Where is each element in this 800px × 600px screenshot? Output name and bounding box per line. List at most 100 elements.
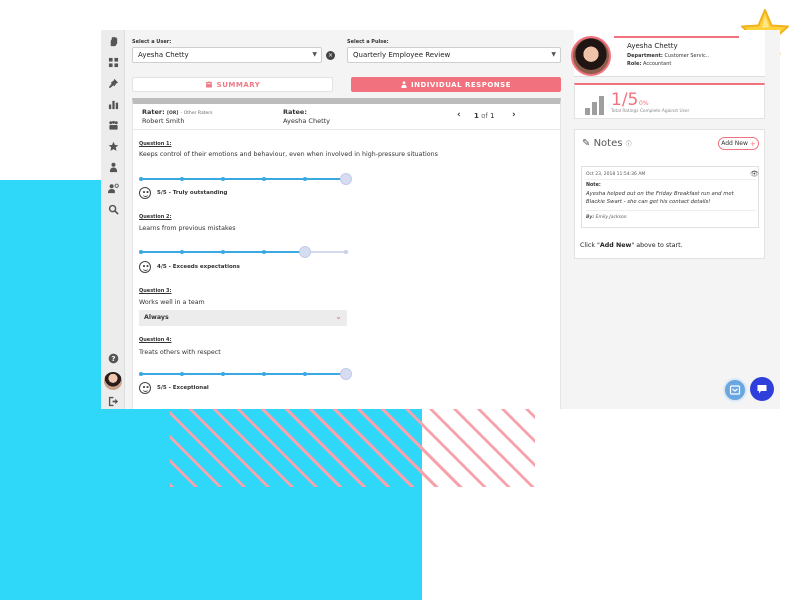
department-label: Department: (627, 53, 663, 59)
next-page-button[interactable]: › (512, 110, 516, 120)
chevron-down-icon: ⌄ (335, 312, 342, 321)
question-1-title: Question 1: (139, 141, 172, 147)
help-icon[interactable]: ? (106, 351, 120, 365)
star-nav-icon[interactable] (106, 139, 120, 153)
note-date: Oct 23, 2018 11:54:36 AM (586, 172, 646, 177)
notes-title: Notes (593, 138, 623, 149)
pager: 1 of 1 (474, 112, 495, 120)
note-by-value: Emily Jackson (595, 215, 627, 220)
slider-fill (141, 373, 346, 375)
smiley-icon (139, 261, 151, 273)
bar-chart-icon (585, 95, 605, 115)
slider-handle[interactable] (299, 246, 311, 258)
profile-photo (571, 36, 611, 76)
pager-current: 1 (474, 112, 479, 120)
slider-step-dot (221, 250, 225, 254)
question-1-slider[interactable] (139, 173, 352, 185)
support-button[interactable] (723, 378, 747, 402)
question-4-title: Question 4: (139, 337, 172, 343)
search-icon[interactable] (106, 202, 120, 216)
tab-summary[interactable]: SUMMARY (132, 77, 333, 92)
support-icon (729, 385, 741, 395)
question-2-slider[interactable] (139, 246, 348, 258)
question-3-text: Works well in a team (139, 299, 205, 306)
role-label: Role: (627, 61, 642, 67)
rater-or: [OR] (166, 111, 179, 116)
rater-row: Rater: [OR] - Other Raters Robert Smith … (133, 104, 560, 130)
tab-individual-response[interactable]: INDIVIDUAL RESPONSE (351, 77, 561, 92)
notes-card: ✎ Notes ⓘ Add New + Oct 23, 2018 11:54:3… (574, 129, 765, 259)
profile-name: Ayesha Chetty (627, 42, 678, 50)
slider-step-dot (221, 372, 225, 376)
question-4-slider[interactable] (139, 368, 352, 380)
plus-icon: + (749, 139, 756, 148)
question-3-answer: Always (144, 314, 169, 321)
profile-department: Department: Customer Servic.. (627, 53, 709, 59)
slider-track (305, 251, 346, 253)
main-content: Select a User: Ayesha Chetty ▼ × Select … (125, 30, 562, 409)
slider-step-dot (180, 177, 184, 181)
right-column: Ayesha Chetty Department: Customer Servi… (567, 30, 780, 409)
rater-heading: Rater: [OR] - Other Raters (142, 108, 212, 116)
app-window: ? Select a User: Ayesha Chetty ▼ × Selec… (101, 30, 780, 409)
pager-total: 1 (490, 112, 495, 120)
screenshot-stage: ? Select a User: Ayesha Chetty ▼ × Selec… (0, 0, 800, 600)
prev-page-button[interactable]: ‹ (457, 110, 461, 120)
notes-hint: Click "Add New" above to start. (580, 242, 683, 249)
pager-of: of (481, 112, 488, 120)
user-settings-icon[interactable] (106, 181, 120, 195)
user-select[interactable]: Ayesha Chetty ▼ (132, 47, 322, 63)
chat-button[interactable] (750, 377, 774, 401)
slider-step-dot (180, 250, 184, 254)
user-icon (401, 81, 407, 88)
note-by-label: By: (586, 215, 595, 220)
profile-card: Ayesha Chetty Department: Customer Servi… (571, 30, 765, 77)
pin-icon[interactable] (106, 76, 120, 90)
question-3-answer-select[interactable]: Always ⌄ (139, 310, 347, 326)
team-icon[interactable] (106, 118, 120, 132)
note-item: Oct 23, 2018 11:54:36 AM 👁 Note: Ayesha … (581, 166, 759, 228)
user-award-icon[interactable] (106, 160, 120, 174)
question-2-score: 4/5 - Exceeds expectations (139, 261, 240, 273)
slider-handle[interactable] (340, 368, 352, 380)
slider-fill (141, 178, 346, 180)
eye-icon[interactable]: 👁 (750, 170, 759, 178)
question-3-title: Question 3: (139, 288, 172, 294)
smiley-icon (139, 187, 151, 199)
info-icon[interactable]: ⓘ (626, 141, 632, 148)
slider-step-dot (139, 250, 143, 254)
profile-accent-line (614, 36, 739, 38)
slider-step-dot (139, 372, 143, 376)
bar-chart-icon[interactable] (106, 97, 120, 111)
slider-step-dot (262, 372, 266, 376)
question-2-text: Learns from previous mistakes (139, 225, 236, 232)
notes-header: ✎ Notes ⓘ (582, 138, 632, 149)
note-divider (586, 210, 756, 211)
dashboard-icon[interactable] (106, 55, 120, 69)
pulse-select-label: Select a Pulse: (347, 39, 389, 45)
other-raters-link[interactable]: - Other Raters (181, 111, 213, 116)
chat-icon (757, 385, 767, 394)
note-body-line-2: Blackie Swart - she can get his contact … (586, 199, 711, 205)
response-panel: Rater: [OR] - Other Raters Robert Smith … (132, 98, 561, 409)
question-4-score: 5/5 - Exceptional (139, 382, 209, 394)
caret-down-icon: ▼ (551, 51, 556, 58)
tab-summary-label: SUMMARY (216, 80, 261, 89)
rating-value: 1/5 (611, 90, 639, 110)
note-author: By: Emily Jackson (586, 215, 627, 220)
note-body-line-1: Ayesha helped out on the Friday Breakfas… (586, 191, 734, 197)
avatar[interactable] (104, 372, 122, 390)
pulse-select[interactable]: Quarterly Employee Review ▼ (347, 47, 561, 63)
ratee-label: Ratee: (283, 108, 307, 116)
department-value: Customer Servic.. (664, 53, 709, 59)
logout-icon[interactable] (106, 394, 120, 408)
profile-role: Role: Accountant (627, 61, 671, 67)
add-new-note-button[interactable]: Add New + (718, 137, 759, 150)
slider-handle[interactable] (340, 173, 352, 185)
hand-icon[interactable] (106, 34, 120, 48)
slider-step-dot (303, 372, 307, 376)
smiley-icon (139, 382, 151, 394)
hint-prefix: Click " (580, 242, 600, 249)
clear-user-button[interactable]: × (326, 51, 335, 60)
note-divider (586, 179, 756, 180)
